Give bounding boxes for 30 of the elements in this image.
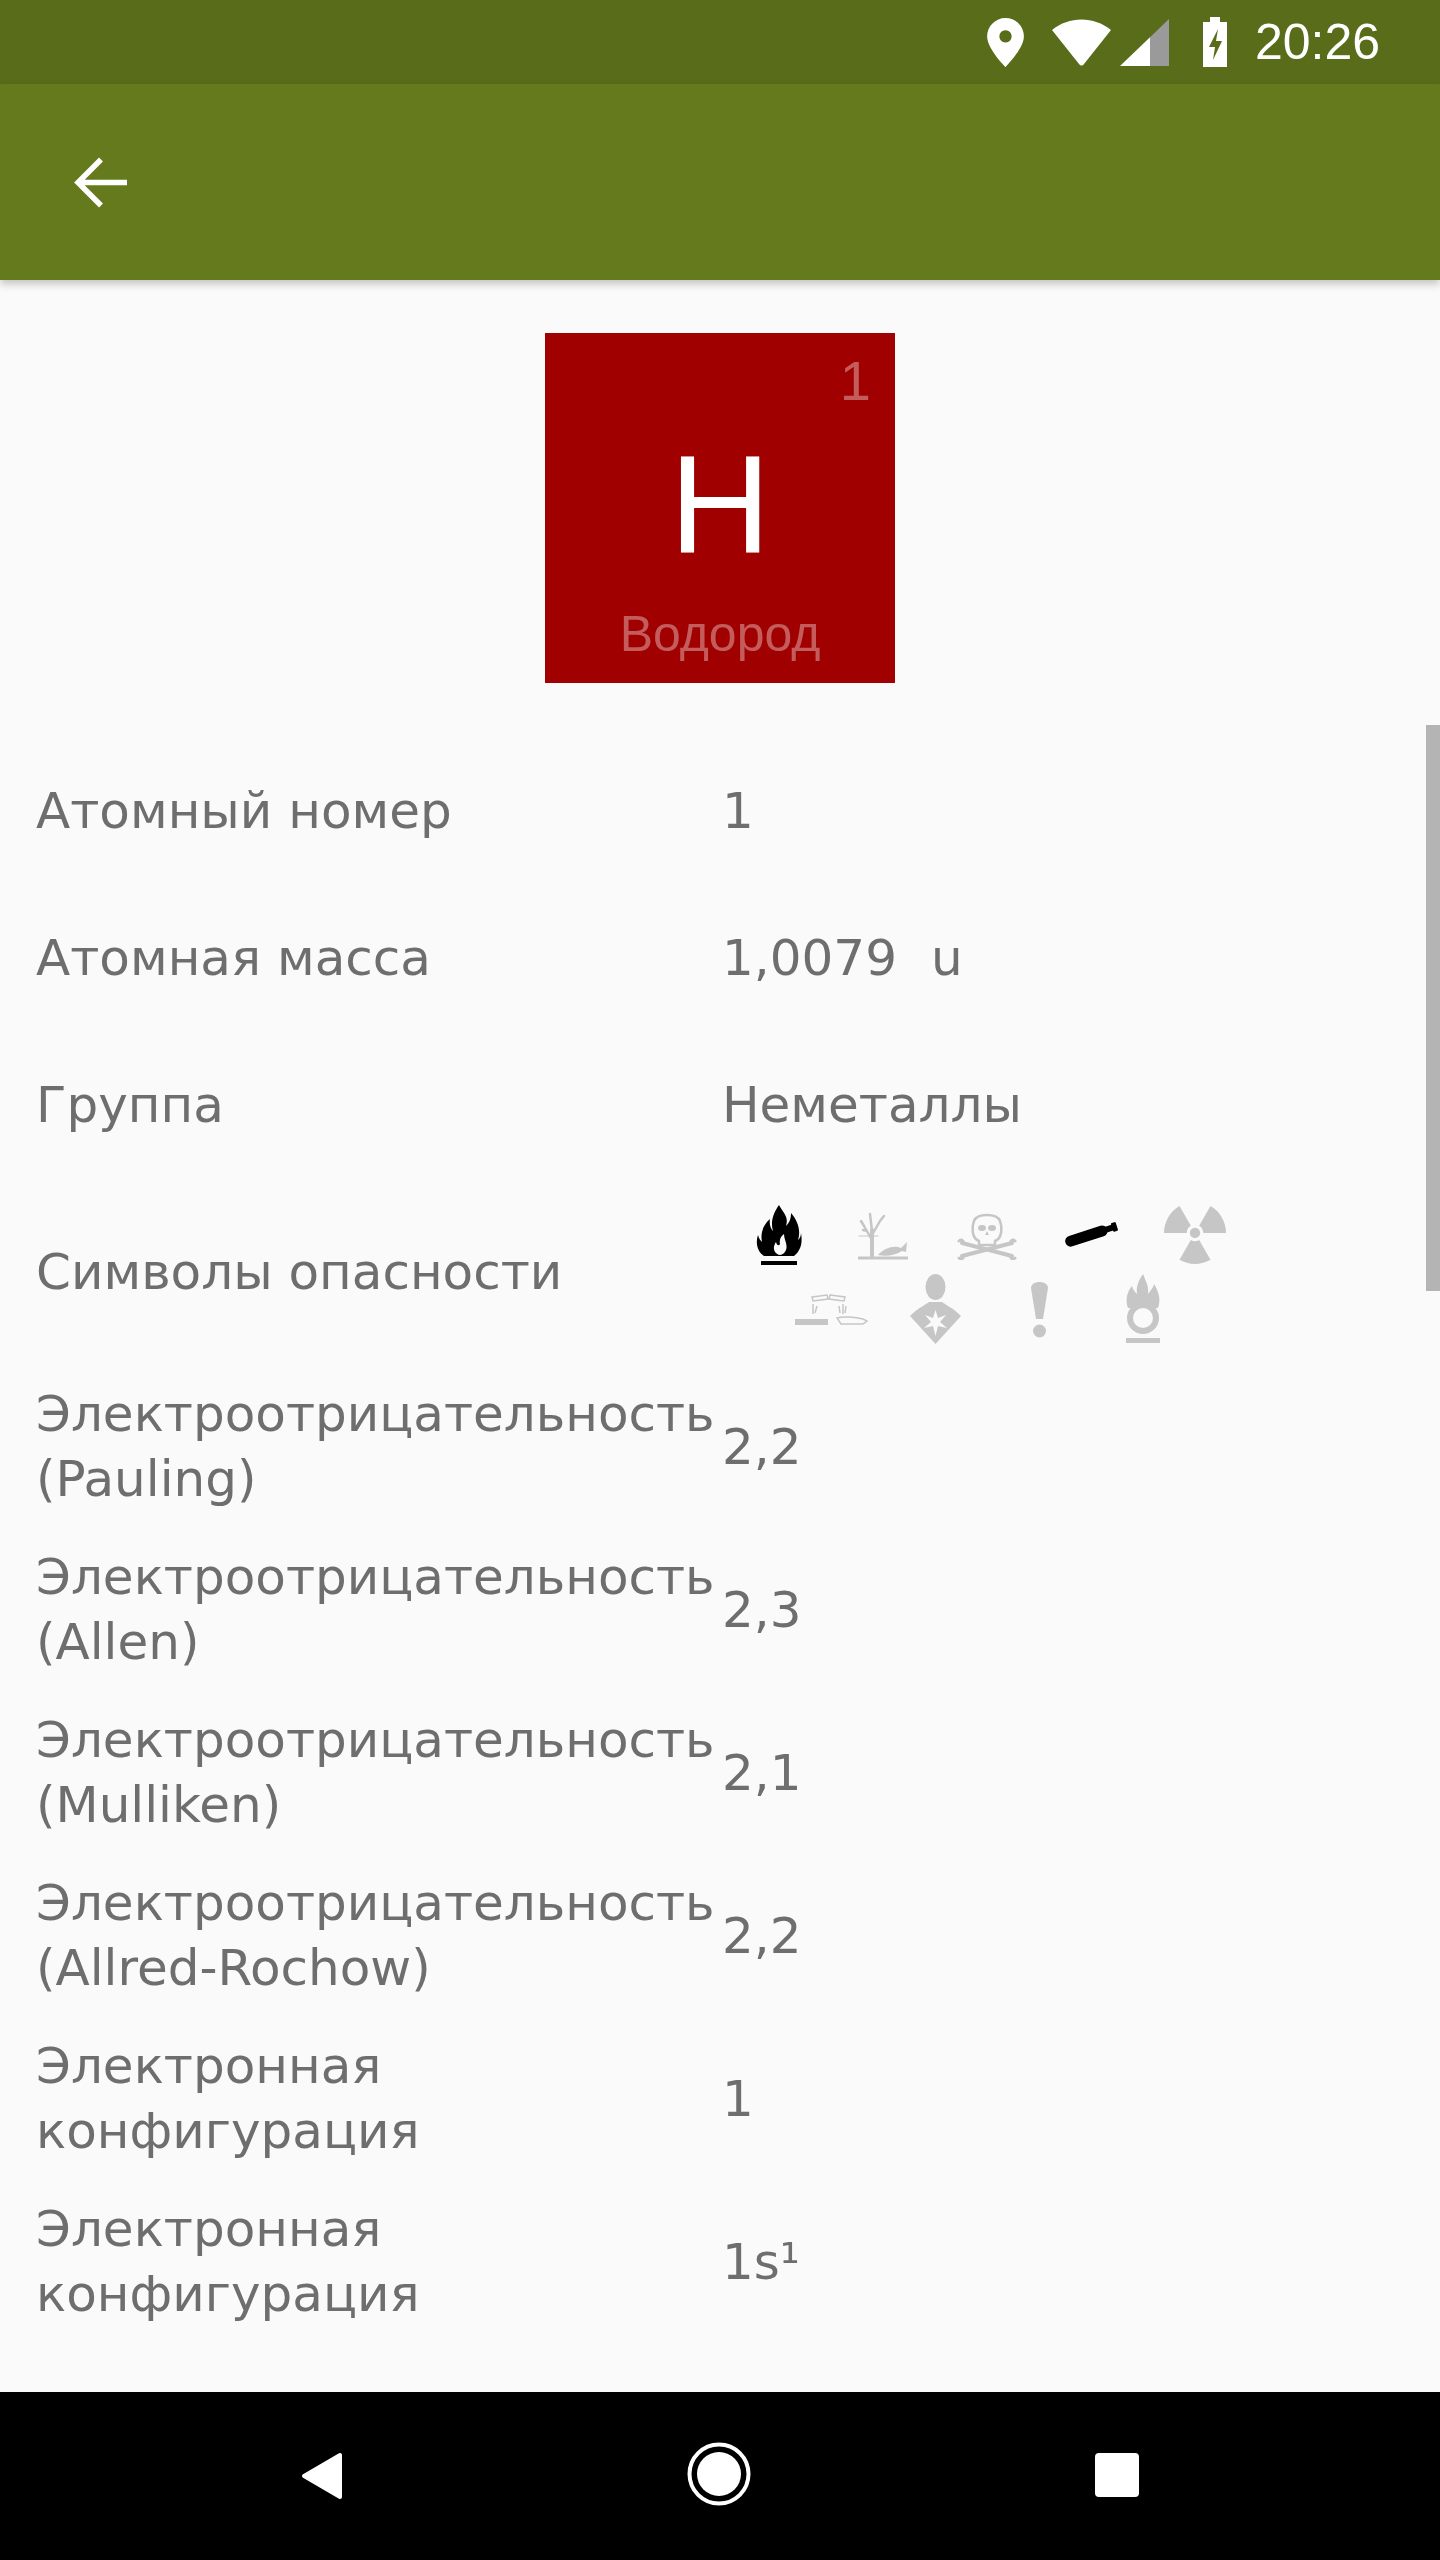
property-value: 2,3: [722, 1579, 802, 1641]
nav-home-icon[interactable]: [687, 2442, 751, 2506]
property-label: Электроотрицательность (Allen): [36, 1547, 716, 1673]
nav-back-icon[interactable]: [301, 2452, 343, 2500]
property-value: 2,2: [722, 1416, 802, 1478]
property-label: Электроотрицательность (Mulliken): [36, 1710, 716, 1836]
property-value: Неметаллы: [722, 1074, 1022, 1136]
property-label: Атомный номер: [36, 780, 453, 842]
element-name: Водород: [619, 609, 821, 659]
property-unit: u: [930, 927, 963, 989]
property-value: 1: [722, 2068, 754, 2130]
property-value: 2,1: [722, 1742, 802, 1804]
status-time: 20:26: [1254, 17, 1380, 67]
property-label: Электронная конфигурация: [36, 2199, 421, 2325]
property-label: Электроотрицательность (Pauling): [36, 1384, 716, 1510]
property-label: Электроотрицательность (Allred-Rochow): [36, 1873, 716, 1999]
property-value: 1s¹: [722, 2231, 800, 2293]
property-label: Группа: [36, 1074, 225, 1136]
property-label: Электронная конфигурация: [36, 2036, 421, 2162]
property-value: 1,0079: [722, 927, 897, 989]
location-pin-icon: [986, 17, 1024, 67]
atomic-number: 1: [839, 353, 871, 409]
property-label: Атомная масса: [36, 927, 432, 989]
property-value: 1: [722, 780, 754, 842]
signal-icon: [1119, 18, 1169, 66]
wifi-icon: [1050, 18, 1112, 66]
element-symbol: H: [669, 434, 771, 574]
battery-charging-icon: [1200, 17, 1229, 67]
property-label: Символы опасности: [36, 1241, 564, 1303]
property-value: 2,2: [722, 1905, 802, 1967]
